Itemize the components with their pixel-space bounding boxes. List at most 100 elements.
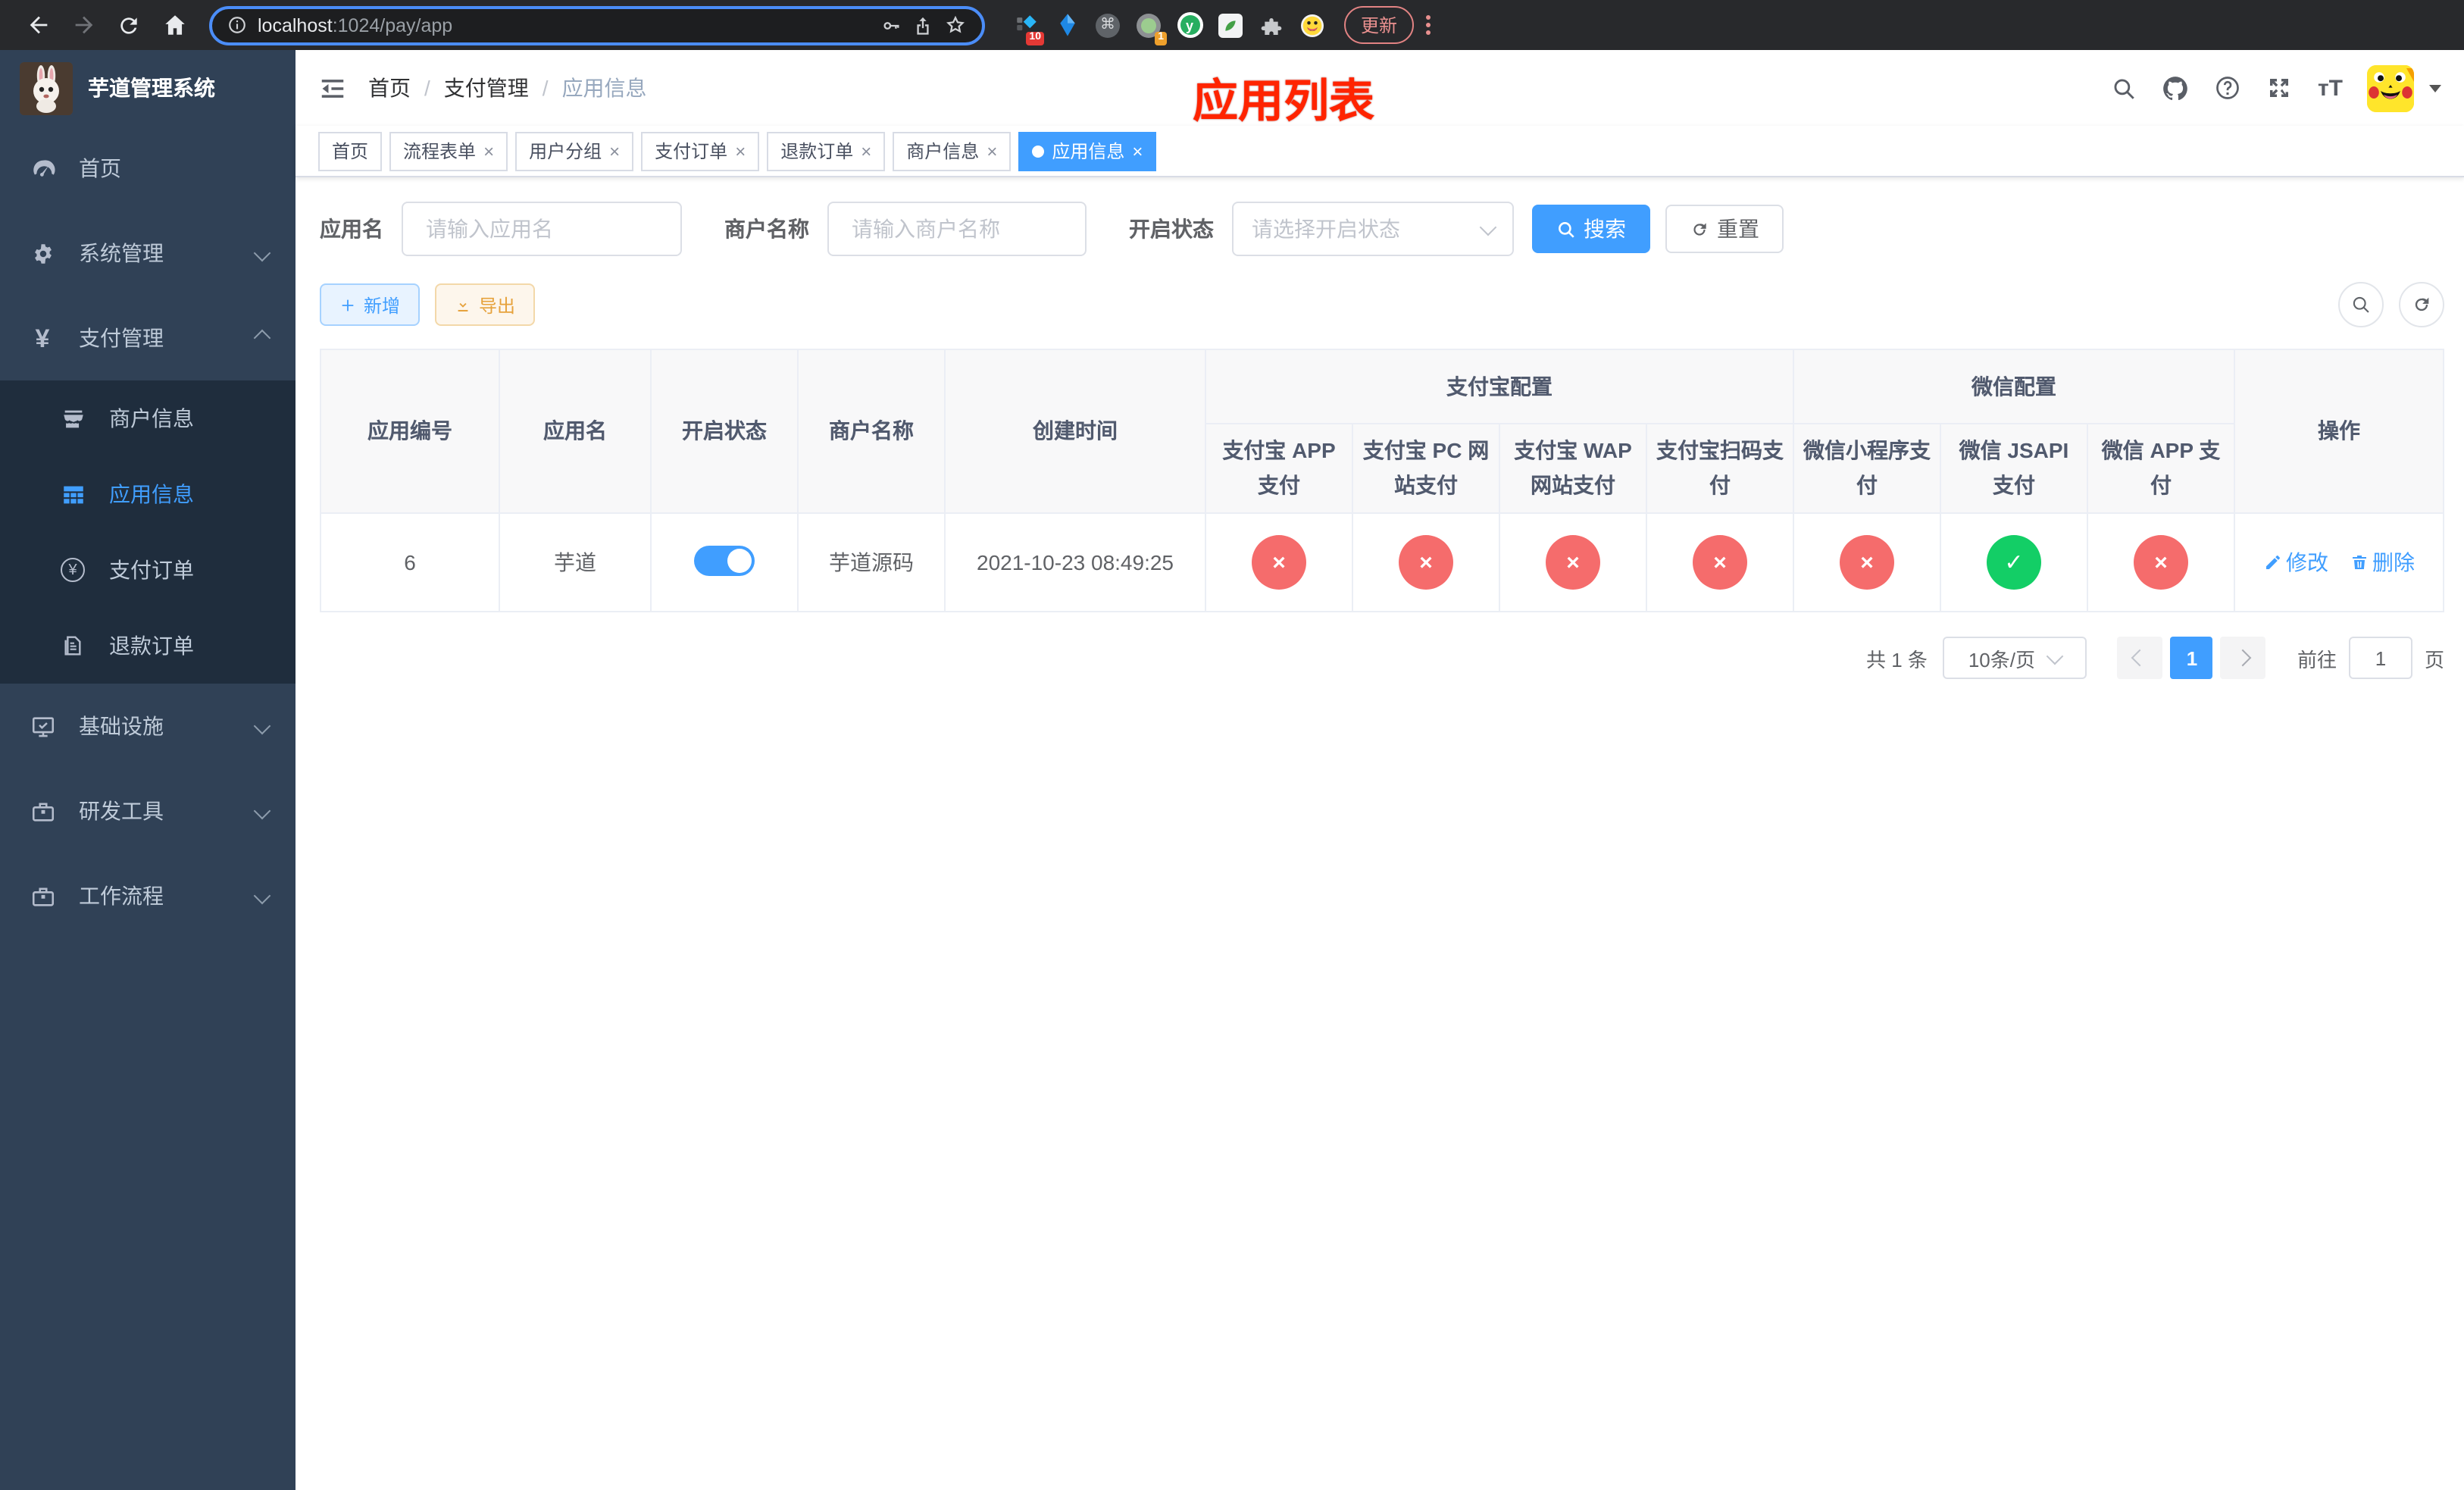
extension-diamond-icon[interactable]: 10 (1012, 11, 1044, 45)
close-icon[interactable]: × (609, 142, 620, 160)
chevron-down-icon (1479, 218, 1497, 236)
app-table: 应用编号 应用名 开启状态 商户名称 创建时间 支付宝配置 微信配置 操作 支付… (320, 349, 2444, 612)
tag-refund-order[interactable]: 退款订单 × (767, 131, 886, 171)
export-button[interactable]: 导出 (435, 283, 536, 326)
refresh-button[interactable] (2399, 282, 2444, 327)
tag-process-form[interactable]: 流程表单 × (389, 131, 508, 171)
breadcrumb-current: 应用信息 (561, 76, 647, 100)
sidebar-item-label: 支付订单 (109, 558, 194, 582)
col-merchant: 商户名称 (797, 349, 946, 514)
user-avatar[interactable] (2367, 64, 2414, 111)
close-icon[interactable]: × (483, 142, 494, 160)
dashboard-icon (29, 155, 56, 181)
delete-button[interactable]: 删除 (2350, 547, 2415, 578)
bookmark-star-icon[interactable] (944, 14, 967, 36)
cell-wechat-mini: × (1793, 512, 1941, 612)
github-icon[interactable] (2162, 74, 2190, 102)
chevron-down-icon (2046, 646, 2064, 665)
sidebar-logo[interactable]: 芋道管理系统 (0, 50, 295, 126)
sidebar-item-system[interactable]: 系统管理 (0, 211, 295, 296)
cell-actions: 修改 删除 (2234, 512, 2444, 612)
merchant-name-label: 商户名称 (724, 217, 809, 241)
col-wechat-jsapi: 微信 JSAPI 支付 (1940, 423, 2088, 514)
site-info-icon[interactable] (227, 15, 247, 35)
status-toggle[interactable] (694, 545, 755, 575)
cell-merchant: 芋道源码 (797, 512, 946, 612)
sidebar-item-workflow[interactable]: 工作流程 (0, 853, 295, 938)
profile-avatar-icon[interactable] (1299, 11, 1326, 39)
header-search-icon[interactable] (2112, 75, 2137, 101)
sidebar-item-label: 系统管理 (79, 241, 164, 265)
cell-wechat-app: × (2086, 512, 2236, 612)
channel-status-icon[interactable]: × (2134, 535, 2188, 590)
close-icon[interactable]: × (735, 142, 746, 160)
channel-status-icon[interactable]: × (1840, 535, 1894, 590)
tag-user-group[interactable]: 用户分组 × (515, 131, 634, 171)
close-icon[interactable]: × (861, 142, 871, 160)
channel-status-icon[interactable]: × (1546, 535, 1600, 590)
extensions-puzzle-icon[interactable] (1258, 11, 1285, 39)
next-page-button[interactable] (2220, 637, 2266, 679)
tag-pay-order[interactable]: 支付订单 × (641, 131, 760, 171)
group-wechat-config: 微信配置 (1792, 349, 2236, 424)
password-key-icon[interactable] (880, 14, 902, 36)
browser-menu-icon[interactable] (1426, 15, 1431, 35)
chevron-down-icon (253, 887, 271, 905)
sidebar-item-refund-orders[interactable]: 退款订单 (0, 608, 295, 684)
channel-status-icon[interactable]: × (1252, 535, 1306, 590)
prev-page-button[interactable] (2117, 637, 2163, 679)
sidebar-item-merchant-info[interactable]: 商户信息 (0, 380, 295, 456)
browser-reload-icon[interactable] (106, 5, 152, 45)
tag-home[interactable]: 首页 (318, 131, 383, 171)
avatar-caret-icon[interactable] (2429, 84, 2441, 92)
sidebar-item-infrastructure[interactable]: 基础设施 (0, 684, 295, 768)
sidebar-item-label: 工作流程 (79, 884, 164, 908)
search-button[interactable]: 搜索 (1532, 205, 1650, 253)
toolbox-icon (29, 798, 56, 824)
status-select[interactable]: 请选择开启状态 (1232, 202, 1514, 256)
extension-recorder-icon[interactable]: 1 (1135, 11, 1167, 45)
sidebar-item-payment[interactable]: ¥ 支付管理 (0, 296, 295, 380)
extension-green-icon[interactable] (1217, 11, 1244, 39)
cell-alipay-app: × (1205, 512, 1353, 612)
sidebar-item-home[interactable]: 首页 (0, 126, 295, 211)
extension-kite-icon[interactable] (1053, 11, 1080, 39)
url-bar[interactable]: localhost:1024/pay/app (209, 5, 985, 45)
browser-back-icon[interactable] (15, 5, 61, 45)
breadcrumb-section[interactable]: 支付管理 (444, 73, 529, 103)
edit-button[interactable]: 修改 (2263, 547, 2328, 578)
share-icon[interactable] (912, 14, 933, 36)
fullscreen-icon[interactable] (2266, 74, 2294, 102)
extension-command-icon[interactable]: ⌘ (1094, 11, 1121, 39)
sidebar-item-pay-orders[interactable]: ¥ 支付订单 (0, 532, 295, 608)
app-name-input[interactable] (402, 202, 682, 256)
show-search-button[interactable] (2338, 282, 2384, 327)
cell-alipay-wap: × (1499, 512, 1647, 612)
sidebar-item-dev-tools[interactable]: 研发工具 (0, 768, 295, 853)
merchant-name-input[interactable] (827, 202, 1087, 256)
add-button[interactable]: 新增 (320, 283, 421, 326)
browser-forward-icon[interactable] (61, 5, 106, 45)
close-icon[interactable]: × (1132, 142, 1143, 160)
browser-home-icon[interactable] (152, 5, 197, 45)
browser-update-button[interactable]: 更新 (1344, 6, 1415, 44)
reset-button[interactable]: 重置 (1665, 205, 1784, 253)
channel-status-icon[interactable]: ✓ (1987, 535, 2041, 590)
breadcrumb-home[interactable]: 首页 (368, 73, 411, 103)
current-page-button[interactable]: 1 (2170, 637, 2213, 679)
channel-status-icon[interactable]: × (1399, 535, 1453, 590)
sidebar-item-app-info[interactable]: 应用信息 (0, 456, 295, 532)
page-size-select[interactable]: 10条/页 (1942, 637, 2087, 679)
help-icon[interactable] (2215, 74, 2242, 102)
channel-status-icon[interactable]: × (1693, 535, 1747, 590)
tag-merchant-info[interactable]: 商户信息 × (893, 131, 1012, 171)
active-dot (1032, 145, 1045, 157)
extension-y-icon[interactable]: y (1176, 11, 1203, 39)
sidebar-toggle-icon[interactable] (318, 74, 347, 102)
goto-page-input[interactable] (2348, 637, 2412, 679)
font-size-icon[interactable]: тT (2318, 75, 2343, 101)
col-created: 创建时间 (944, 349, 1206, 514)
tag-app-info-active[interactable]: 应用信息 × (1018, 131, 1157, 171)
logo-rabbit-image (20, 61, 73, 114)
close-icon[interactable]: × (987, 142, 997, 160)
